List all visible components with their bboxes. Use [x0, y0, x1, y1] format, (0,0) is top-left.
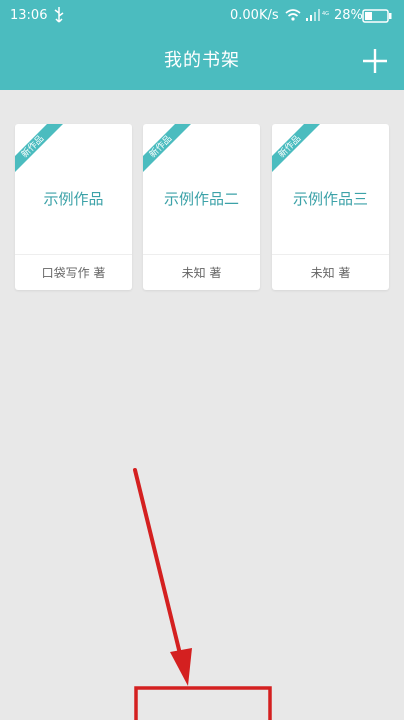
- book-card[interactable]: 新作品 示例作品二 未知 著: [143, 124, 260, 290]
- svg-text:4G: 4G: [322, 11, 329, 17]
- new-work-ribbon: 新作品: [143, 124, 191, 172]
- page-title: 我的书架: [164, 50, 240, 71]
- new-work-ribbon: 新作品: [15, 124, 63, 172]
- book-card[interactable]: 新作品 示例作品 口袋写作 著: [15, 124, 132, 290]
- usb-icon: [54, 7, 64, 23]
- divider: [143, 254, 260, 255]
- status-time: 13:06: [10, 8, 48, 23]
- book-author: 口袋写作 著: [41, 266, 106, 280]
- divider: [272, 254, 389, 255]
- book-card[interactable]: 新作品 示例作品三 未知 著: [272, 124, 389, 290]
- status-bar: 13:06 0.00K/s 4G 28%: [0, 0, 404, 32]
- plus-icon[interactable]: [360, 46, 390, 76]
- new-work-ribbon: 新作品: [272, 124, 320, 172]
- book-title: 示例作品二: [163, 190, 239, 208]
- divider: [15, 254, 132, 255]
- book-title: 示例作品三: [292, 190, 368, 208]
- book-author: 未知 著: [310, 266, 351, 280]
- wifi-icon: [285, 9, 301, 21]
- battery-icon: [362, 9, 392, 23]
- book-author: 未知 著: [181, 266, 222, 280]
- status-net-speed: 0.00K/s: [230, 8, 279, 23]
- book-title: 示例作品: [43, 190, 104, 208]
- battery-percent: 28%: [334, 8, 363, 23]
- signal-icon: 4G: [306, 9, 329, 21]
